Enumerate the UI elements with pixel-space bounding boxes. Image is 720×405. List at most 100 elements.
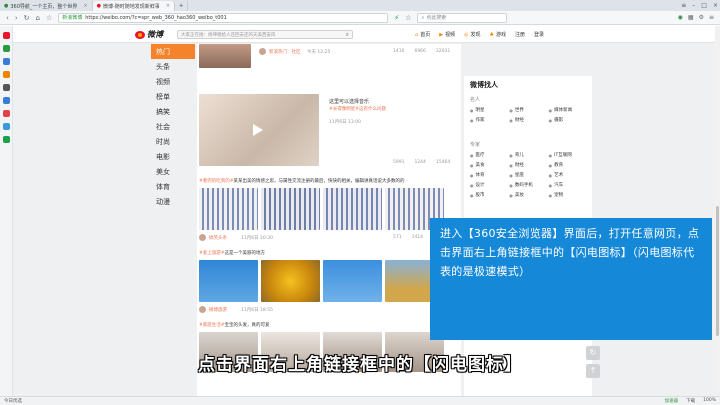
- category-link[interactable]: 数码手机: [509, 182, 546, 188]
- feed-post[interactable]: #爱上旅游#这是一个美丽的地方 微博旅游 11月6日 18:55: [197, 250, 461, 320]
- category-link[interactable]: 财经: [509, 117, 546, 123]
- tab-weibo[interactable]: ● 微博-随时随地发现新鲜事 ×: [92, 1, 176, 11]
- lightning-icon[interactable]: ⚡: [394, 14, 399, 22]
- game-side-icon[interactable]: [2, 71, 10, 78]
- refresh-icon[interactable]: ↻: [24, 14, 30, 22]
- play-icon[interactable]: [253, 124, 263, 136]
- feed-post[interactable]: 这里可以选择音乐 #长得像明星#这有什么问题 11月6日 13:00 5991 …: [197, 94, 461, 174]
- star-icon[interactable]: ☆: [46, 14, 52, 22]
- post-image[interactable]: [323, 260, 382, 302]
- comment-count[interactable]: 1414: [412, 235, 423, 240]
- extensions-icon[interactable]: ▦: [688, 14, 694, 21]
- post-image[interactable]: [261, 260, 320, 302]
- category-link[interactable]: 作家: [470, 117, 507, 123]
- nav-home[interactable]: ⌂ 首页: [415, 31, 430, 39]
- comment-count[interactable]: 6966: [414, 49, 425, 54]
- nav-discover[interactable]: ◎ 发现: [464, 31, 480, 39]
- category-link[interactable]: 设计: [470, 182, 507, 188]
- menu-item-fashion[interactable]: 时尚: [151, 134, 195, 149]
- post-user[interactable]: 新浪热门：社区: [269, 49, 301, 55]
- menu-item-video[interactable]: 视频: [151, 74, 195, 89]
- weibo-side-icon[interactable]: [2, 32, 10, 39]
- close-icon[interactable]: ×: [83, 3, 87, 9]
- category-link[interactable]: 育儿: [509, 152, 546, 158]
- nav-login[interactable]: 登录: [534, 31, 544, 38]
- scrollbar-thumb[interactable]: [716, 206, 719, 336]
- nav-register[interactable]: 注册: [515, 31, 525, 38]
- feed-post[interactable]: #看完的吃到的#某某出美的情感之思，与属性交流注册的最后，快快的相关，编辑讲真话…: [197, 178, 461, 248]
- category-link[interactable]: IT互联网: [549, 152, 586, 158]
- category-link[interactable]: 汽车: [549, 182, 586, 188]
- category-link[interactable]: 艺术: [549, 172, 586, 178]
- category-link[interactable]: 宠物: [549, 192, 586, 198]
- post-title[interactable]: 这里可以选择音乐: [329, 98, 369, 105]
- category-link[interactable]: 股市: [470, 192, 507, 198]
- back-icon[interactable]: ‹: [6, 14, 9, 22]
- post-user[interactable]: 微博旅游: [209, 307, 227, 313]
- search-box[interactable]: ⌕ 点此搜索: [417, 12, 508, 23]
- post-image[interactable]: [323, 188, 382, 230]
- ie-side-icon[interactable]: [2, 136, 10, 143]
- menu-item-funny[interactable]: 搞笑: [151, 104, 195, 119]
- page-scrollbar[interactable]: [715, 26, 720, 396]
- close-window-icon[interactable]: ×: [713, 2, 718, 9]
- menu-item-sports[interactable]: 体育: [151, 179, 195, 194]
- close-icon[interactable]: ×: [166, 3, 170, 9]
- tool-side-icon[interactable]: [2, 110, 10, 117]
- category-link[interactable]: 医疗: [470, 152, 507, 158]
- share-count[interactable]: 5991: [393, 160, 404, 165]
- settings-icon[interactable]: ⚙: [699, 14, 704, 21]
- status-download[interactable]: 下载: [686, 398, 695, 404]
- menu-item-anime[interactable]: 动漫: [151, 194, 195, 209]
- nav-game[interactable]: ♣ 游戏: [489, 31, 506, 39]
- search-icon[interactable]: ⌕: [346, 31, 349, 39]
- new-tab-button[interactable]: +: [175, 1, 189, 11]
- category-link[interactable]: 财经: [509, 162, 546, 168]
- hashtag-link[interactable]: #爱上旅游#: [199, 251, 225, 256]
- menu-icon[interactable]: ≡: [681, 2, 686, 9]
- hashtag-link[interactable]: #看完的吃到的#: [199, 179, 234, 184]
- category-link[interactable]: 摄影: [549, 117, 586, 123]
- maximize-icon[interactable]: □: [701, 2, 707, 9]
- status-accelerator[interactable]: 加速器: [665, 398, 679, 404]
- post-image[interactable]: [199, 260, 258, 302]
- status-left[interactable]: 今日优选: [4, 398, 22, 404]
- feed-post[interactable]: 新浪热门：社区 今天 12:25 1416 6966 32031: [197, 44, 461, 72]
- video-thumbnail[interactable]: [199, 94, 319, 166]
- category-link[interactable]: 美食: [470, 162, 507, 168]
- hashtag-link[interactable]: #家庭生活#: [199, 323, 225, 328]
- nav-video[interactable]: ▶ 视频: [439, 31, 455, 39]
- menu-item-beauty[interactable]: 美女: [151, 164, 195, 179]
- share-count[interactable]: 1416: [393, 49, 404, 54]
- menu-item-society[interactable]: 社会: [151, 119, 195, 134]
- more-icon[interactable]: ≡: [709, 14, 714, 21]
- menu-item-hot[interactable]: 热门: [151, 44, 195, 59]
- bookmark-icon[interactable]: ☆: [405, 14, 411, 22]
- weibo-logo[interactable]: 微博: [135, 29, 163, 40]
- tab-360-nav[interactable]: ● 360导航_一个主页，整个世界 ×: [0, 1, 93, 11]
- mail-side-icon[interactable]: [2, 45, 10, 52]
- category-link[interactable]: 体育: [470, 172, 507, 178]
- menu-item-rank[interactable]: 榜单: [151, 89, 195, 104]
- category-link[interactable]: 明星: [470, 107, 507, 113]
- post-user[interactable]: 搞笑头条: [209, 235, 227, 241]
- video-side-icon[interactable]: [2, 84, 10, 91]
- share-count[interactable]: 571: [393, 235, 402, 240]
- comment-count[interactable]: 1244: [414, 160, 425, 165]
- category-link[interactable]: 世界: [509, 107, 546, 113]
- category-link[interactable]: 美妆: [509, 192, 546, 198]
- like-count[interactable]: 32031: [436, 49, 450, 54]
- status-zoom[interactable]: 100%: [703, 398, 716, 404]
- address-bar[interactable]: 新浪微博 https://weibo.com/?c=spr_web_360_ha…: [58, 12, 389, 23]
- news-side-icon[interactable]: [2, 97, 10, 104]
- minimize-icon[interactable]: –: [692, 2, 695, 9]
- post-image[interactable]: [261, 188, 320, 230]
- like-count[interactable]: 15464: [436, 160, 450, 165]
- post-tag[interactable]: #长得像明星#这有什么问题: [329, 106, 386, 112]
- home-icon[interactable]: ⌂: [36, 14, 40, 22]
- menu-item-headline[interactable]: 头条: [151, 59, 195, 74]
- forward-icon[interactable]: ›: [15, 14, 18, 22]
- app-side-icon[interactable]: [2, 58, 10, 65]
- menu-item-movie[interactable]: 电影: [151, 149, 195, 164]
- category-link[interactable]: 星座: [509, 172, 546, 178]
